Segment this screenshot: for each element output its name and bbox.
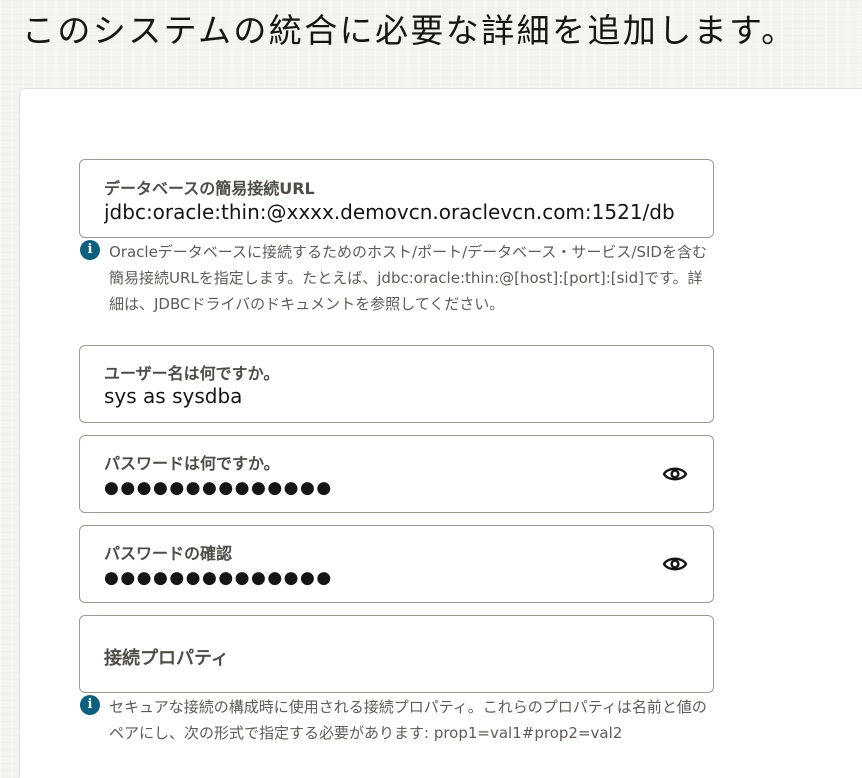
connection-properties-label: 接続プロパティ bbox=[104, 648, 229, 669]
show-password-confirm-button[interactable] bbox=[661, 552, 689, 576]
username-field[interactable]: ユーザー名は何ですか。 sys as sysdba bbox=[79, 345, 714, 423]
password-confirm-field[interactable]: パスワードの確認 ●●●●●●●●●●●●●● bbox=[79, 525, 714, 603]
username-label: ユーザー名は何ですか。 bbox=[104, 364, 280, 383]
page-title: このシステムの統合に必要な詳細を追加します。 bbox=[22, 11, 797, 50]
connection-url-input[interactable]: jdbc:oracle:thin:@xxxx.demovcn.oraclevcn… bbox=[104, 200, 704, 224]
show-password-button[interactable] bbox=[661, 462, 689, 486]
eye-icon bbox=[662, 557, 688, 571]
password-label: パスワードは何ですか。 bbox=[104, 454, 280, 473]
eye-icon bbox=[662, 467, 688, 481]
connection-url-field[interactable]: データベースの簡易接続URL jdbc:oracle:thin:@xxxx.de… bbox=[79, 159, 714, 238]
info-icon: i bbox=[80, 240, 100, 260]
connection-properties-help-text: セキュアな接続の構成時に使用される接続プロパティ。これらのプロパティは名前と値の… bbox=[109, 698, 707, 742]
connection-url-label: データベースの簡易接続URL bbox=[104, 179, 315, 198]
username-input[interactable]: sys as sysdba bbox=[104, 384, 242, 408]
info-icon: i bbox=[80, 695, 100, 715]
password-input[interactable]: ●●●●●●●●●●●●●● bbox=[104, 478, 333, 498]
password-field[interactable]: パスワードは何ですか。 ●●●●●●●●●●●●●● bbox=[79, 435, 714, 513]
password-confirm-label: パスワードの確認 bbox=[104, 544, 233, 563]
connection-url-help-text: Oracleデータベースに接続するためのホスト/ポート/データベース・サービス/… bbox=[109, 243, 707, 313]
connection-properties-help: i セキュアな接続の構成時に使用される接続プロパティ。これらのプロパティは名前と… bbox=[80, 694, 720, 746]
connection-url-help: i Oracleデータベースに接続するためのホスト/ポート/データベース・サービ… bbox=[80, 239, 720, 317]
connection-properties-field[interactable]: 接続プロパティ bbox=[79, 615, 714, 693]
password-confirm-input[interactable]: ●●●●●●●●●●●●●● bbox=[104, 568, 333, 588]
